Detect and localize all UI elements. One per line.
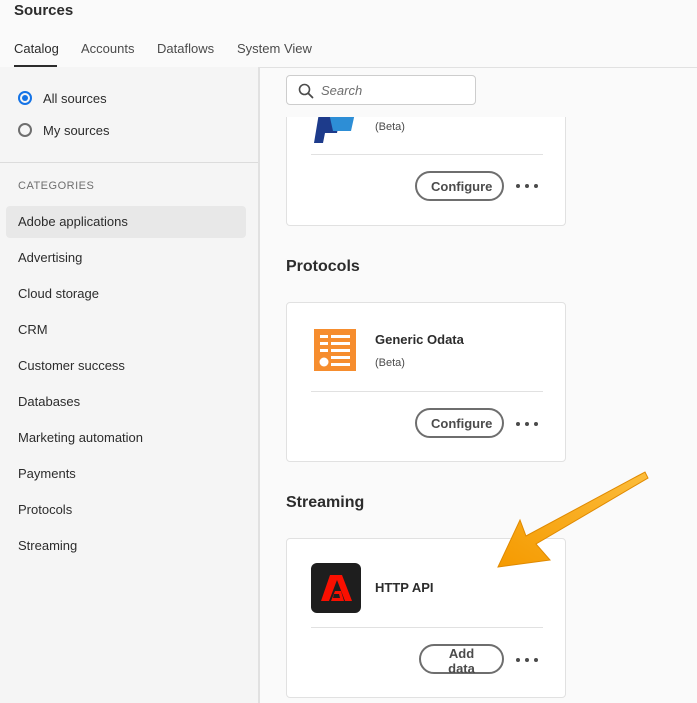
card-divider <box>311 627 543 628</box>
source-name: Generic Odata <box>375 332 464 347</box>
configure-button[interactable]: Configure <box>415 171 504 201</box>
page-title: Sources <box>14 2 74 19</box>
categories-heading: CATEGORIES <box>18 180 95 192</box>
beta-badge: (Beta) <box>375 357 405 369</box>
more-options-icon[interactable] <box>516 418 538 430</box>
tab-catalog[interactable]: Catalog <box>14 41 59 56</box>
category-marketing-automation[interactable]: Marketing automation <box>6 422 246 454</box>
radio-checked-icon[interactable] <box>18 91 32 105</box>
category-payments[interactable]: Payments <box>6 458 246 490</box>
annotation-arrow-icon <box>497 471 649 568</box>
search-icon <box>298 83 314 99</box>
category-customer-success[interactable]: Customer success <box>6 350 246 382</box>
filter-label: My sources <box>43 122 110 138</box>
search-field[interactable] <box>286 75 476 105</box>
payment-logo-icon <box>314 117 355 143</box>
section-title-protocols: Protocols <box>286 258 360 275</box>
radio-unchecked-icon[interactable] <box>18 123 32 137</box>
search-input[interactable] <box>321 81 466 99</box>
filter-label: All sources <box>43 90 107 106</box>
card-divider <box>311 391 543 392</box>
sidebar: All sources My sources CATEGORIES Adobe … <box>0 67 260 703</box>
source-card-payments: (Beta) Configure <box>286 117 566 226</box>
filter-my-sources[interactable]: My sources <box>18 120 109 140</box>
category-protocols[interactable]: Protocols <box>6 494 246 526</box>
tab-accounts[interactable]: Accounts <box>81 41 134 56</box>
card-divider <box>311 154 543 155</box>
beta-badge: (Beta) <box>375 121 405 133</box>
sidebar-divider <box>0 162 258 163</box>
category-databases[interactable]: Databases <box>6 386 246 418</box>
catalog-content: (Beta) Configure Protocols Generic Odata… <box>262 67 697 703</box>
tab-bar: Catalog Accounts Dataflows System View <box>0 30 697 68</box>
configure-button[interactable]: Configure <box>415 408 504 438</box>
category-advertising[interactable]: Advertising <box>6 242 246 274</box>
more-options-icon[interactable] <box>516 654 538 666</box>
source-name: HTTP API <box>375 580 434 595</box>
add-data-button[interactable]: Add data <box>419 644 504 676</box>
odata-logo-icon <box>314 329 356 371</box>
category-streaming[interactable]: Streaming <box>6 530 246 562</box>
tab-system-view[interactable]: System View <box>237 41 312 56</box>
category-cloud-storage[interactable]: Cloud storage <box>6 278 246 310</box>
more-options-icon[interactable] <box>516 180 538 192</box>
category-crm[interactable]: CRM <box>6 314 246 346</box>
tab-dataflows[interactable]: Dataflows <box>157 41 214 56</box>
source-card-generic-odata: Generic Odata (Beta) Configure <box>286 302 566 462</box>
section-title-streaming: Streaming <box>286 494 365 511</box>
adobe-logo-icon <box>311 563 361 613</box>
category-adobe-applications[interactable]: Adobe applications <box>6 206 246 238</box>
filter-all-sources[interactable]: All sources <box>18 88 107 108</box>
